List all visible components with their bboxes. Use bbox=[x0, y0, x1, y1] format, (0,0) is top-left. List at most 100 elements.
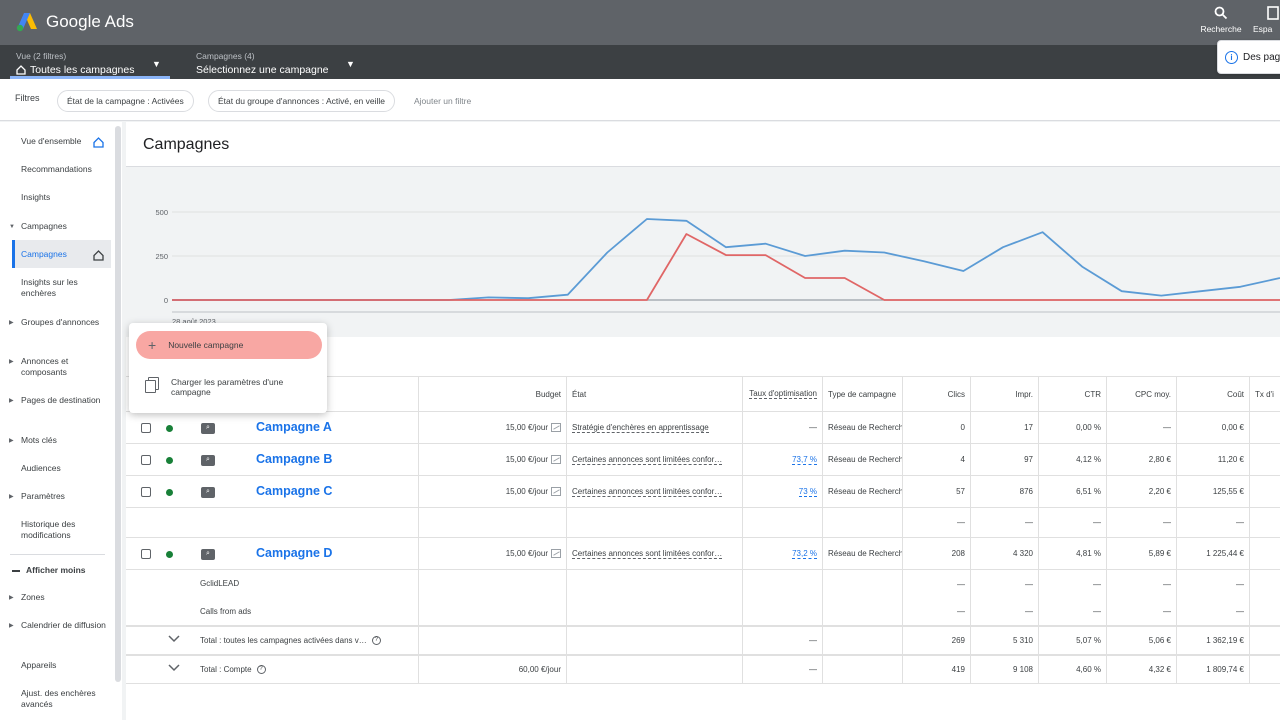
sidebar-item-devices[interactable]: Appareils bbox=[21, 660, 109, 671]
budget-value[interactable]: 15,00 €/jour bbox=[506, 423, 548, 432]
cell-status-value[interactable]: Certaines annonces sont limitées confor… bbox=[572, 455, 723, 465]
cell-clicks: — bbox=[902, 570, 970, 598]
table-row[interactable]: ⌕ Campagne B 15,00 €/jour Certaines annonce… bbox=[126, 444, 1280, 476]
cell-clicks: 208 bbox=[902, 538, 970, 569]
help-icon[interactable]: ? bbox=[371, 635, 381, 645]
cell-budget bbox=[418, 508, 566, 537]
cell-conv-rate bbox=[1249, 656, 1280, 683]
row-checkbox[interactable] bbox=[141, 423, 151, 433]
status-enabled-dot[interactable] bbox=[166, 456, 173, 464]
page-notice-text: Des pag bbox=[1243, 51, 1280, 63]
sidebar-item-auction-insights[interactable]: Insights sur les enchères bbox=[21, 277, 109, 299]
search-action[interactable]: Recherche bbox=[1191, 6, 1251, 34]
table-row[interactable]: — — — — — bbox=[126, 508, 1280, 538]
campaign-selector[interactable]: Campagnes (4) Sélectionnez une campagne … bbox=[196, 51, 361, 76]
table-row[interactable]: ⌕ Campagne A 15,00 €/jour Stratégie d'enchè… bbox=[126, 412, 1280, 444]
cell-conv-rate bbox=[1249, 598, 1280, 625]
status-enabled-dot[interactable] bbox=[166, 488, 173, 496]
workspace-action[interactable]: Espa bbox=[1253, 6, 1280, 34]
col-impressions[interactable]: Impr. bbox=[970, 377, 1038, 411]
caret-right-icon: ▶ bbox=[9, 623, 14, 629]
cell-optimization-value[interactable]: 73,2 % bbox=[792, 549, 817, 559]
campaign-name-link[interactable]: Campagne A bbox=[256, 420, 332, 434]
totals-row: Total : Compte? 60,00 €/jour — 419 9 108 4,60… bbox=[126, 655, 1280, 684]
budget-chart-icon[interactable] bbox=[551, 455, 561, 464]
col-cost[interactable]: Coût bbox=[1176, 377, 1249, 411]
sidebar-item-bid-adjustments[interactable]: Ajust. des enchères avancés bbox=[21, 688, 109, 710]
budget-value[interactable]: 15,00 €/jour bbox=[506, 455, 548, 464]
sidebar-scrollbar[interactable] bbox=[115, 126, 121, 682]
sidebar-item-label: Insights sur les enchères bbox=[21, 277, 78, 298]
cell-status-value[interactable]: Stratégie d'enchères en apprentissage bbox=[572, 423, 709, 433]
sidebar-group-settings[interactable]: ▶ Paramètres bbox=[9, 491, 109, 502]
sidebar-item-insights[interactable]: Insights bbox=[21, 192, 109, 203]
cell-optimization bbox=[742, 598, 822, 625]
filter-chip-campaign-status[interactable]: État de la campagne : Activées bbox=[57, 90, 194, 112]
status-enabled-dot[interactable] bbox=[166, 550, 173, 558]
cell-status-value[interactable]: Certaines annonces sont limitées confor… bbox=[572, 549, 723, 559]
cell-optimization-value[interactable]: 73,7 % bbox=[792, 455, 817, 465]
table-row[interactable]: ⌕ Campagne C 15,00 €/jour Certaines annonce… bbox=[126, 476, 1280, 508]
cell-budget: 60,00 €/jour bbox=[418, 656, 566, 683]
new-campaign-button[interactable]: + Nouvelle campagne bbox=[136, 331, 322, 359]
campaign-name-link[interactable]: Campagne B bbox=[256, 452, 332, 466]
col-clicks[interactable]: Clics bbox=[902, 377, 970, 411]
series-line-1[interactable] bbox=[172, 218, 1280, 301]
filter-label: Filtres bbox=[15, 93, 40, 103]
col-avg-cpc[interactable]: CPC moy. bbox=[1106, 377, 1176, 411]
budget-value[interactable]: 15,00 €/jour bbox=[506, 487, 548, 496]
cell-budget bbox=[418, 627, 566, 654]
sidebar-item-audiences[interactable]: Audiences bbox=[21, 463, 109, 474]
cell-budget: 15,00 €/jour bbox=[418, 412, 566, 443]
row-checkbox[interactable] bbox=[141, 549, 151, 559]
budget-chart-icon[interactable] bbox=[551, 423, 561, 432]
col-conv-rate[interactable]: Tx d'i bbox=[1249, 377, 1280, 411]
filter-bar: Filtres État de la campagne : Activées É… bbox=[0, 79, 1280, 121]
totals-label-text: Total : Compte bbox=[200, 664, 252, 674]
google-ads-logo[interactable] bbox=[16, 11, 38, 33]
conversion-row: Calls from ads — — — — — bbox=[126, 598, 1280, 626]
cell-status: Certaines annonces sont limitées confor… bbox=[566, 538, 742, 569]
help-icon[interactable]: ? bbox=[256, 664, 266, 674]
campaign-name-link[interactable]: Campagne C bbox=[256, 484, 332, 498]
load-campaign-settings-button[interactable]: Charger les paramètres d'une campagne bbox=[145, 377, 315, 397]
view-selector[interactable]: Vue (2 filtres) Toutes les campagnes ▼ bbox=[16, 51, 166, 76]
budget-value[interactable]: 15,00 €/jour bbox=[506, 549, 548, 558]
create-campaign-menu: + Nouvelle campagne Charger les paramètr… bbox=[129, 323, 327, 413]
row-checkbox[interactable] bbox=[141, 455, 151, 465]
campaign-name-link[interactable]: Campagne D bbox=[256, 546, 332, 560]
page-notice[interactable]: i Des pag bbox=[1217, 40, 1280, 74]
campaign-selector-caption: Campagnes (4) bbox=[196, 51, 255, 61]
col-optimization[interactable]: Taux d'optimisation bbox=[742, 377, 822, 411]
col-ctr[interactable]: CTR bbox=[1038, 377, 1106, 411]
col-campaign-type[interactable]: Type de campagne bbox=[822, 377, 902, 411]
view-selector-bar: Vue (2 filtres) Toutes les campagnes ▼ C… bbox=[0, 45, 1280, 79]
sidebar-group-ad-schedule[interactable]: ▶ Calendrier de diffusion bbox=[9, 620, 109, 631]
filter-chip-adgroup-status[interactable]: État du groupe d'annonces : Activé, en v… bbox=[208, 90, 396, 112]
chevron-down-icon[interactable] bbox=[168, 663, 180, 675]
series-line-2[interactable] bbox=[172, 233, 1280, 301]
col-status[interactable]: État bbox=[566, 377, 742, 411]
row-checkbox[interactable] bbox=[141, 487, 151, 497]
sidebar-item-label: Appareils bbox=[21, 660, 57, 670]
budget-chart-icon[interactable] bbox=[551, 549, 561, 558]
chevron-down-icon[interactable] bbox=[168, 634, 180, 646]
sidebar-item-recommendations[interactable]: Recommandations bbox=[21, 164, 109, 175]
show-less-toggle[interactable]: Afficher moins bbox=[12, 565, 100, 576]
sidebar-group-ads-assets[interactable]: ▶ Annonces et composants bbox=[9, 356, 109, 378]
table-row[interactable]: ⌕ Campagne D 15,00 €/jour Certaines annonce… bbox=[126, 538, 1280, 570]
sidebar-group-keywords[interactable]: ▶ Mots clés bbox=[9, 435, 109, 446]
sidebar-group-ad-groups[interactable]: ▶ Groupes d'annonces bbox=[9, 317, 109, 328]
sidebar-item-change-history[interactable]: Historique des modifications bbox=[21, 519, 109, 541]
cell-ctr: 6,51 % bbox=[1038, 476, 1106, 507]
budget-chart-icon[interactable] bbox=[551, 487, 561, 496]
status-enabled-dot[interactable] bbox=[166, 424, 173, 432]
sidebar-group-locations[interactable]: ▶ Zones bbox=[9, 592, 109, 603]
sidebar-group-campaigns[interactable]: ▼ Campagnes bbox=[9, 221, 109, 232]
sidebar-group-landing-pages[interactable]: ▶ Pages de destination bbox=[9, 395, 109, 406]
add-filter-link[interactable]: Ajouter un filtre bbox=[414, 96, 471, 106]
sidebar-item-label: Recommandations bbox=[21, 164, 92, 174]
col-budget[interactable]: Budget bbox=[418, 377, 566, 411]
cell-status-value[interactable]: Certaines annonces sont limitées confor… bbox=[572, 487, 723, 497]
cell-optimization-value[interactable]: 73 % bbox=[798, 487, 817, 497]
